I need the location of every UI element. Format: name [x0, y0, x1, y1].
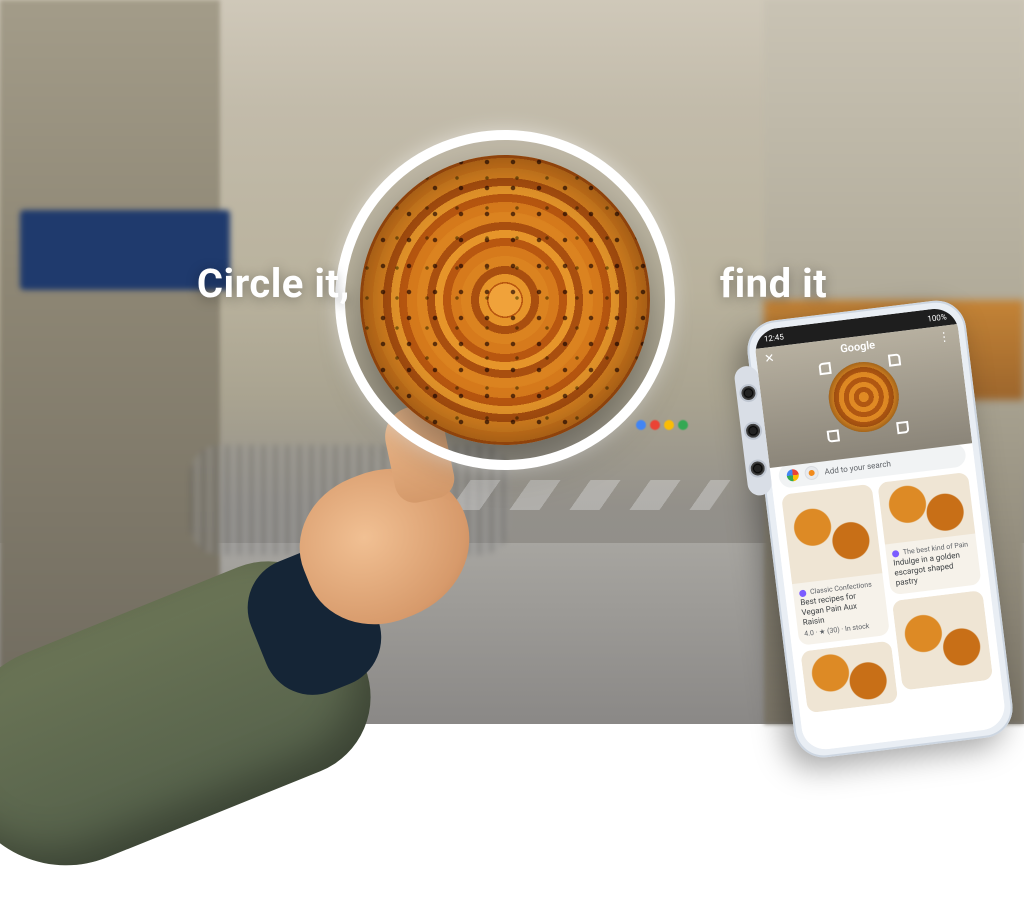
headline-right: find it: [720, 260, 827, 307]
lens-chip-icon: [804, 465, 820, 481]
crop-handles-icon[interactable]: [818, 353, 909, 442]
camera-lens-icon: [748, 458, 768, 478]
result-card[interactable]: [800, 640, 898, 713]
results-sheet: Add to your search Classic Confections B…: [769, 433, 1008, 752]
status-battery: 100%: [927, 312, 947, 323]
google-g-icon: [786, 469, 799, 482]
status-time: 12:45: [763, 332, 784, 343]
crosswalk: [449, 480, 730, 510]
camera-lens-icon: [738, 383, 758, 403]
camera-lens-icon: [743, 421, 763, 441]
result-image: [800, 640, 898, 713]
phone-screen: 12:45 100% ✕ Google ⋮ Add to your search: [753, 306, 1007, 752]
results-grid: Classic Confections Best recipes for Veg…: [781, 472, 994, 713]
result-card[interactable]: The best kind of Pain Indulge in a golde…: [877, 472, 981, 595]
result-card[interactable]: [892, 590, 993, 690]
favicon-icon: [799, 589, 807, 597]
google-assistant-dots-icon: [636, 420, 688, 430]
more-menu-icon[interactable]: ⋮: [937, 329, 952, 344]
lens-hero: ✕ Google ⋮: [755, 324, 972, 468]
result-image: [781, 484, 882, 584]
result-image: [892, 590, 993, 690]
favicon-icon: [892, 550, 900, 558]
result-image: [877, 472, 975, 545]
search-placeholder: Add to your search: [824, 459, 891, 476]
headline-left: Circle it,: [197, 260, 350, 307]
result-card[interactable]: Classic Confections Best recipes for Veg…: [781, 484, 890, 645]
